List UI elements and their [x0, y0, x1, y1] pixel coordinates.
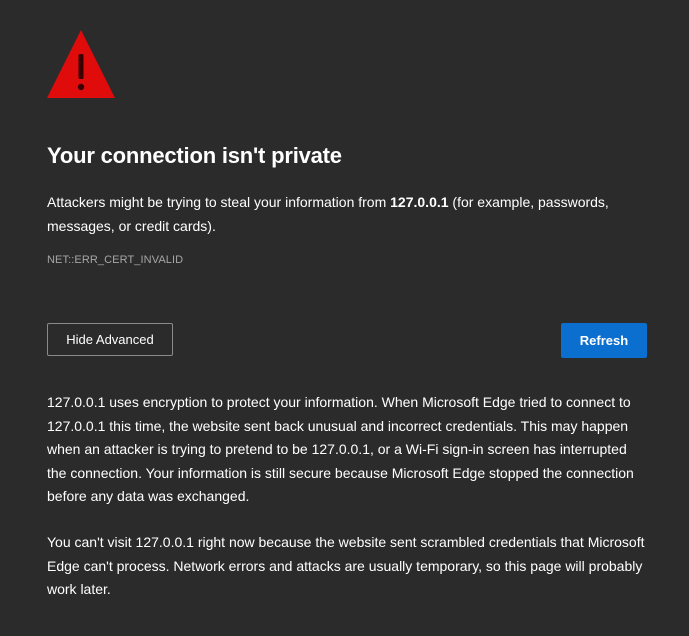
warning-triangle-svg: [47, 30, 115, 98]
details-paragraph-2: You can't visit 127.0.0.1 right now beca…: [47, 533, 645, 598]
details-paragraph-1: 127.0.0.1 uses encryption to protect you…: [47, 394, 634, 505]
hide-advanced-button[interactable]: Hide Advanced: [47, 323, 173, 356]
warning-triangle-icon: [47, 30, 115, 98]
exclamation-bar: [78, 54, 84, 79]
error-code[interactable]: NET::ERR_CERT_INVALID: [47, 254, 183, 266]
intro-host: 127.0.0.1: [390, 194, 449, 210]
advanced-details: 127.0.0.1 uses encryption to protect you…: [47, 391, 649, 624]
intro-text-before: Attackers might be trying to steal your …: [47, 194, 391, 210]
refresh-button[interactable]: Refresh: [561, 323, 647, 358]
exclamation-dot: [77, 83, 85, 91]
page-title: Your connection isn't private: [47, 143, 342, 168]
intro-text: Attackers might be trying to steal your …: [47, 190, 647, 238]
